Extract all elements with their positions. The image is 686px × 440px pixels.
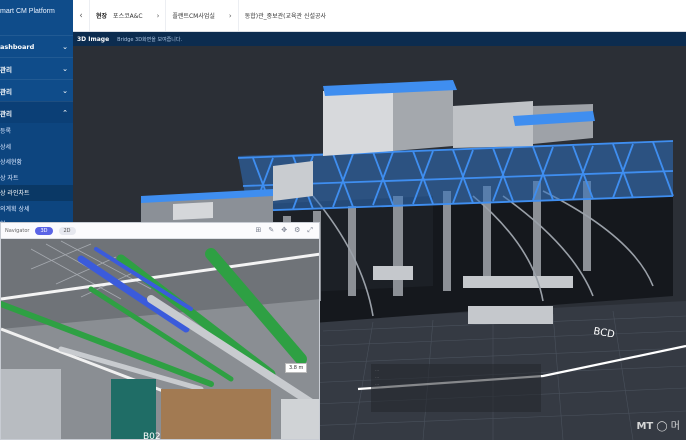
chevron-right-icon: › [228,11,232,20]
viewer-tools: ⊞ ✎ ✥ ⚙ ⤢ [255,226,319,235]
info-line: ... [375,368,380,373]
settings-icon[interactable]: ⚙ [294,226,300,235]
submenu: 등록 상세 상세현황 상 자트 상 라인차트 의계획 상세 현 [0,123,73,232]
submenu-item[interactable]: 상세현황 [0,154,73,170]
watermark-circle-icon: ◯ [656,421,668,432]
measurement-tag: 3.8 m [285,363,308,373]
pipe-photo-overlay: B02 [1,239,319,440]
submenu-item[interactable]: 등록 [0,123,73,139]
sidebar-item-management-1[interactable]: 관리 ⌄ [0,57,73,79]
breadcrumb-item: 동합)관_중보관(교육관 신설공사 [244,13,327,20]
sidebar-item-management-2[interactable]: 관리 ⌄ [0,79,73,101]
grid-icon[interactable]: ⊞ [255,226,261,235]
brand-title: mart CM Platform [0,8,55,15]
chevron-down-icon: ⌄ [62,64,68,73]
breadcrumb: ‹ 현장 포스코A&C › 플랜트CM사업실 › 동합)관_중보관(교육관 신설… [73,0,686,32]
app-window: mart CM Platform ashboard ⌄ 관리 ⌄ 관리 ⌄ 관리… [0,0,686,440]
section-title: 3D Image [77,35,110,43]
sidebar-item-label: 관리 [0,109,12,118]
breadcrumb-division[interactable]: 플랜트CM사업실 › [165,0,237,31]
submenu-item[interactable]: 상세 [0,139,73,155]
breadcrumb-item: 포스코A&C [113,13,143,20]
sidebar-item-label: 관리 [0,87,12,96]
sidebar-item-dashboard[interactable]: ashboard ⌄ [0,35,73,57]
viewer-title: Navigator [5,227,30,234]
submenu-item[interactable]: 의계획 상세 [0,201,73,217]
chevron-right-icon: › [156,11,160,20]
breadcrumb-project[interactable]: 동합)관_중보관(교육관 신설공사 [237,0,332,31]
chevron-down-icon: ⌄ [62,42,68,51]
submenu-item[interactable]: 상 자트 [0,170,73,186]
mode-2d-toggle[interactable]: 2D [58,226,76,235]
site-photo-viewer[interactable]: Navigator 3D 2D ⊞ ✎ ✥ ⚙ ⤢ B02 3.8 m [0,222,320,440]
chevron-down-icon: ⌄ [62,86,68,95]
watermark-prefix: MT [636,421,654,432]
sidebar-item-label: ashboard [0,42,35,51]
watermark: MT ◯ 머 [636,417,680,432]
sidebar-item-management-3[interactable]: 관리 ⌃ [0,101,73,123]
selection-info-panel: ... ... ... [371,364,541,412]
viewer-toolbar: Navigator 3D 2D ⊞ ✎ ✥ ⚙ ⤢ [1,223,319,239]
breadcrumb-site[interactable]: 현장 포스코A&C › [89,0,165,31]
info-line: ... [375,382,380,387]
section-header: 3D Image Bridge 3D화면을 보여줍니다. [73,32,686,46]
sidebar-item-label: 관리 [0,65,12,74]
chevron-up-icon: ⌃ [62,108,68,117]
fullscreen-icon[interactable]: ⤢ [307,226,313,235]
back-chevron-icon[interactable]: ‹ [73,11,89,21]
svg-text:B02: B02 [143,432,161,440]
breadcrumb-label: 현장 [96,13,108,20]
watermark-suffix: 머 [670,421,680,432]
breadcrumb-item: 플랜트CM사업실 [172,13,215,20]
pencil-icon[interactable]: ✎ [268,226,274,235]
move-icon[interactable]: ✥ [281,226,287,235]
info-line: ... [375,375,380,380]
mode-3d-toggle[interactable]: 3D [35,226,53,235]
section-subtitle: Bridge 3D화면을 보여줍니다. [117,36,183,43]
submenu-item-active[interactable]: 상 라인차트 [0,185,73,201]
